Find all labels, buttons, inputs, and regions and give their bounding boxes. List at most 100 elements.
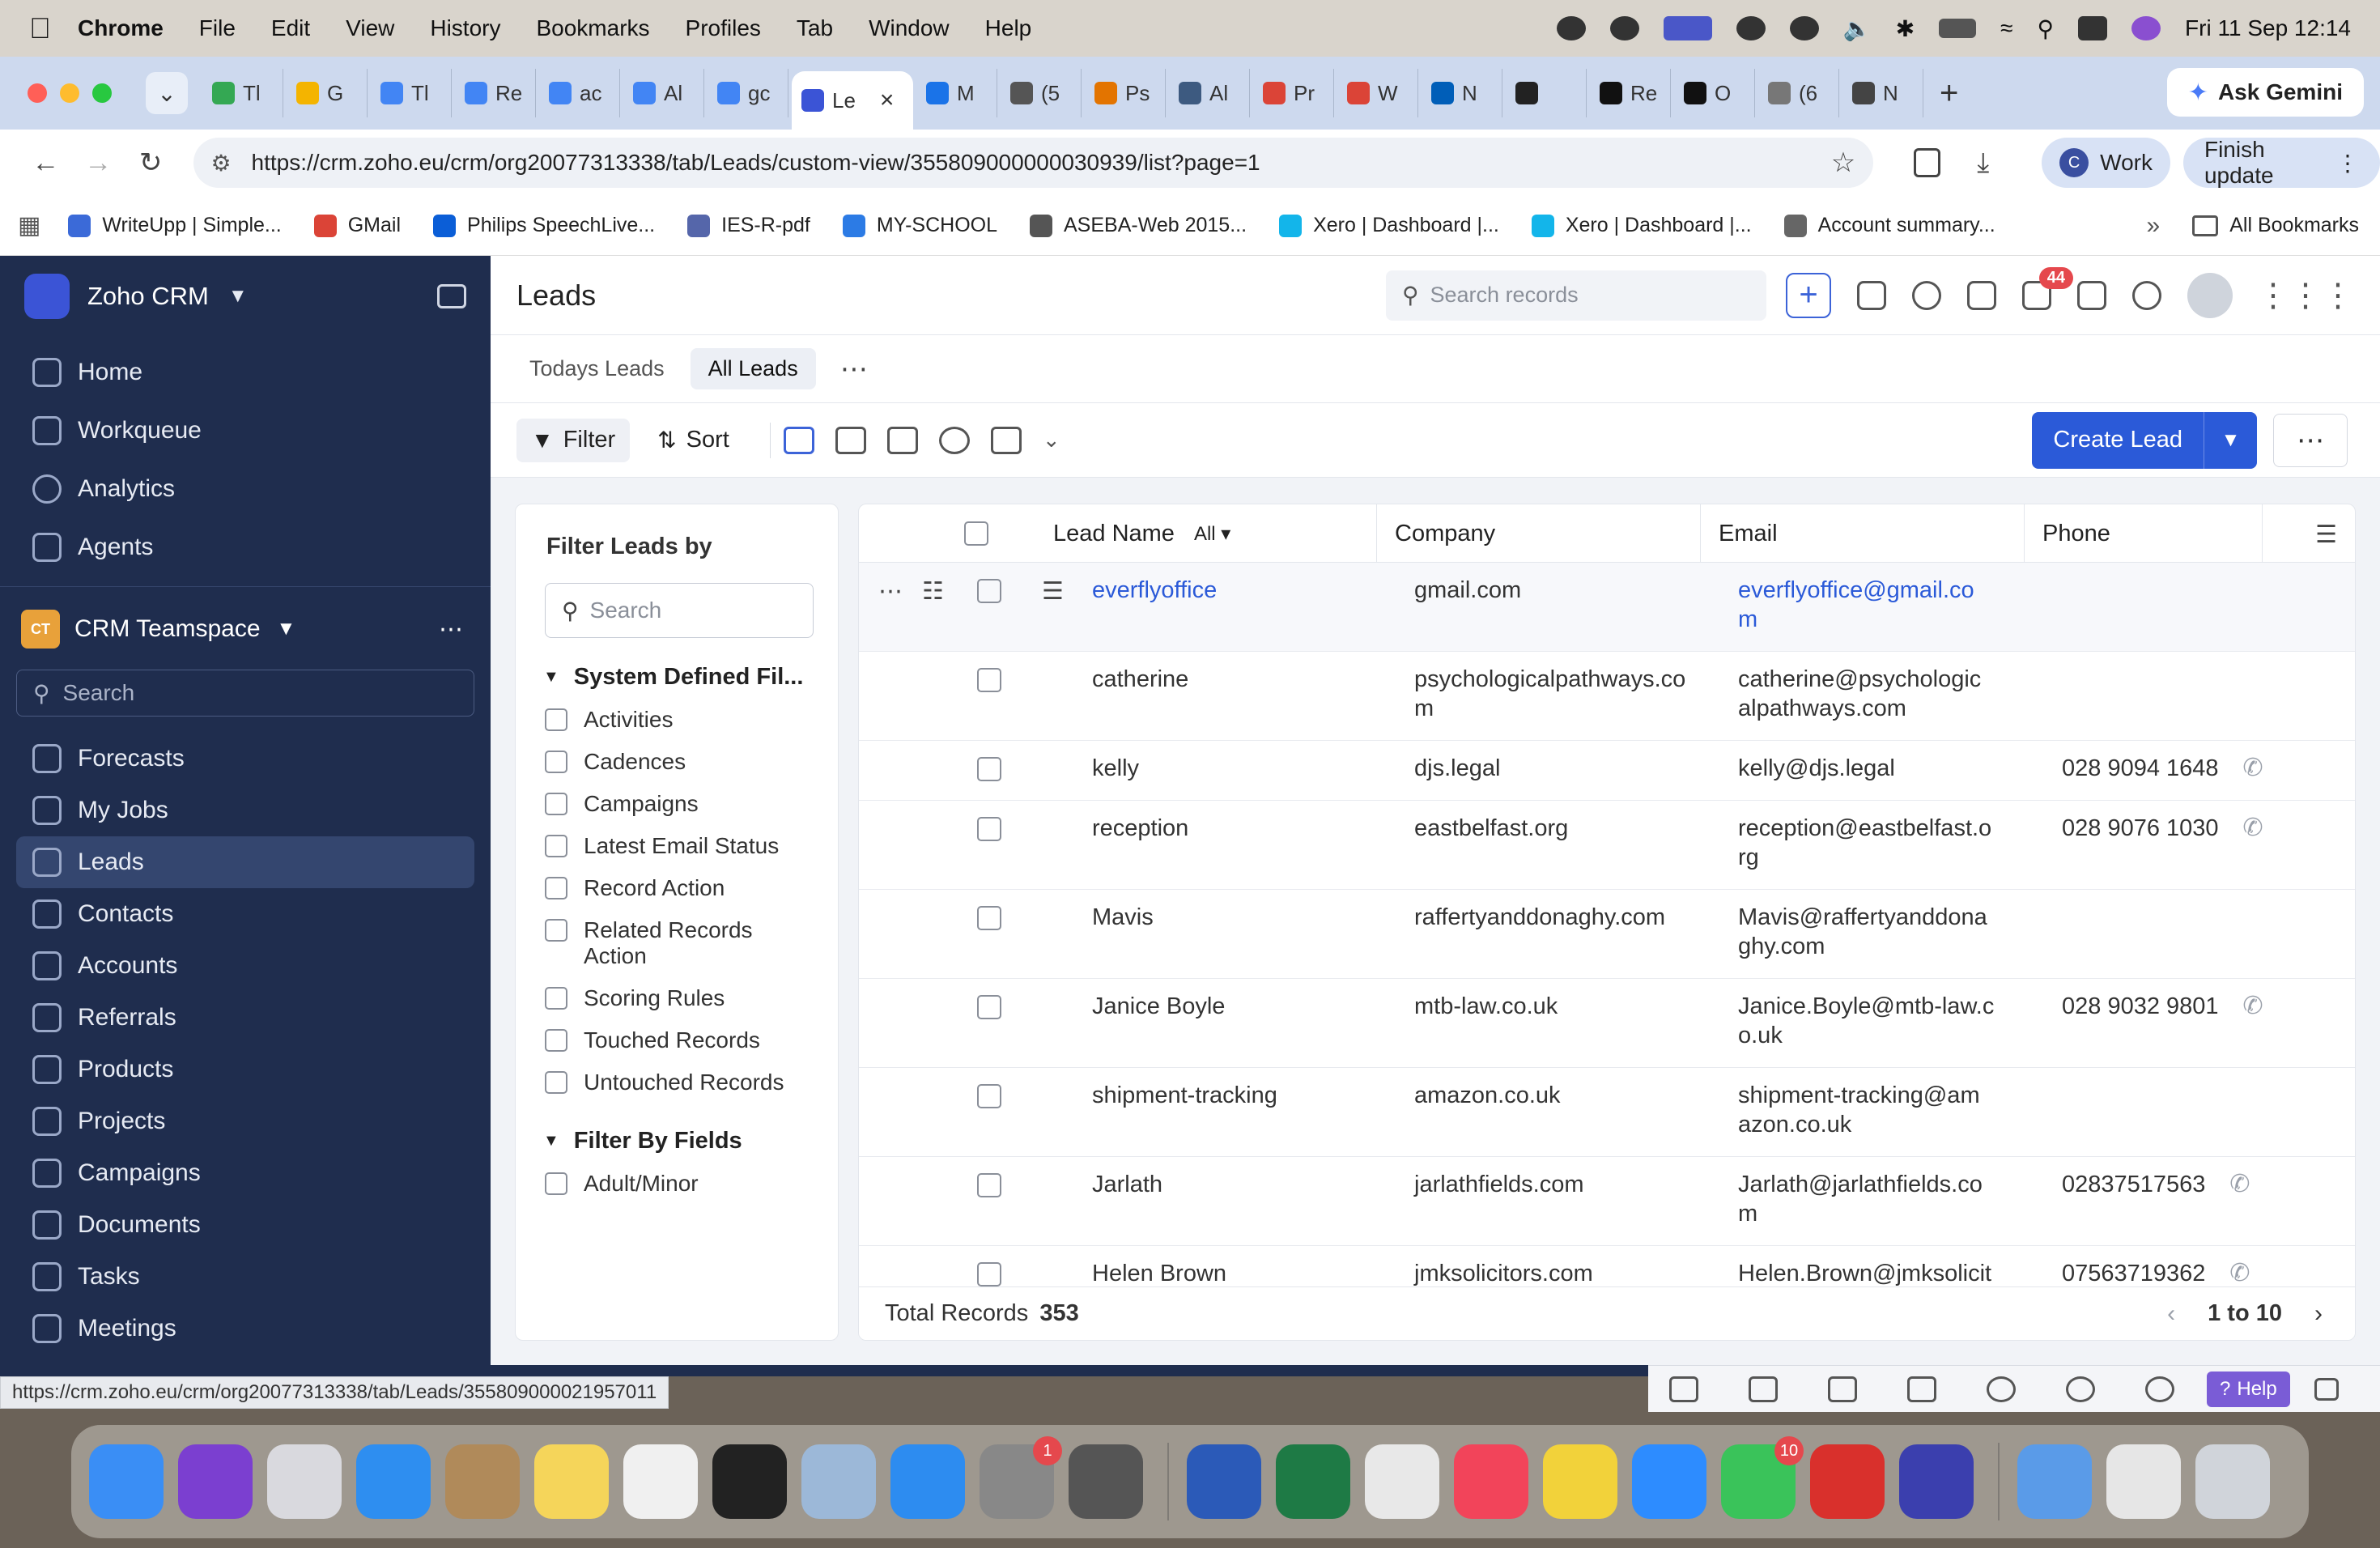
row-checkbox[interactable] bbox=[977, 1262, 1001, 1286]
menu-edit[interactable]: Edit bbox=[271, 15, 310, 41]
tab-todays-leads[interactable]: Todays Leads bbox=[512, 348, 682, 389]
apps-grid-icon[interactable]: ▦ bbox=[18, 211, 40, 240]
browser-tab[interactable]: G bbox=[287, 69, 368, 117]
teamspace-switcher[interactable]: CT CRM Teamspace ▼ ⋯ bbox=[0, 597, 491, 661]
browser-tab[interactable]: Tl bbox=[202, 69, 283, 117]
filter-checkbox[interactable] bbox=[545, 708, 567, 731]
search-records-input[interactable]: ⚲ Search records bbox=[1386, 270, 1766, 321]
window-zoom-button[interactable] bbox=[92, 83, 112, 103]
sidebar-brand[interactable]: Zoho CRM bbox=[87, 282, 209, 311]
col-company[interactable]: Company bbox=[1377, 504, 1701, 563]
row-checkbox[interactable] bbox=[977, 579, 1001, 603]
extensions-icon[interactable] bbox=[1914, 148, 1941, 177]
browser-tab[interactable]: M bbox=[916, 69, 997, 117]
address-url[interactable]: https://crm.zoho.eu/crm/org20077313338/t… bbox=[252, 150, 1260, 176]
dock-app-black-icon[interactable] bbox=[712, 1444, 787, 1519]
filter-option[interactable]: Touched Records bbox=[545, 1027, 804, 1053]
history-icon[interactable] bbox=[2066, 1376, 2095, 1402]
all-bookmarks-button[interactable]: All Bookmarks bbox=[2192, 214, 2359, 237]
tab-close-icon[interactable]: × bbox=[880, 87, 895, 114]
next-page-chevron-icon[interactable]: › bbox=[2314, 1300, 2323, 1328]
bookmark-item[interactable]: IES-R-pdf bbox=[687, 214, 810, 237]
dock-iphone-mirroring-icon[interactable] bbox=[1069, 1444, 1143, 1519]
filter-checkbox[interactable] bbox=[545, 835, 567, 857]
lead-name-cell[interactable]: Helen Brown bbox=[1092, 1259, 1226, 1288]
list-view-icon[interactable] bbox=[783, 426, 814, 454]
sidebar-item-my-jobs[interactable]: My Jobs bbox=[0, 785, 491, 836]
select-all-checkbox[interactable] bbox=[964, 521, 988, 546]
calendar-icon[interactable] bbox=[1967, 280, 1996, 310]
table-row[interactable]: catherine psychologicalpathways.co m cather… bbox=[859, 652, 2355, 741]
announcement-icon[interactable] bbox=[1749, 1376, 1778, 1402]
finish-update-button[interactable]: Finish update ⋮ bbox=[2182, 137, 2380, 188]
row-checkbox[interactable] bbox=[977, 668, 1001, 692]
filter-option[interactable]: Cadences bbox=[545, 749, 804, 775]
menu-view[interactable]: View bbox=[346, 15, 394, 41]
filter-by-fields-group[interactable]: ▼ Filter By Fields bbox=[543, 1128, 838, 1155]
lead-name-cell[interactable]: Jarlath bbox=[1092, 1170, 1162, 1199]
menu-help[interactable]: Help bbox=[985, 15, 1032, 41]
table-row[interactable]: Jarlath jarlathfields.com Jarlath@jarlathf… bbox=[859, 1157, 2355, 1246]
bookmark-item[interactable]: WriteUpp | Simple... bbox=[68, 214, 282, 237]
site-info-icon[interactable]: ⚙ bbox=[211, 150, 239, 176]
browser-tab[interactable]: gc bbox=[708, 69, 788, 117]
browser-tab[interactable]: Re bbox=[1590, 69, 1671, 117]
brand-caret-down-icon[interactable]: ▼ bbox=[228, 285, 248, 308]
sidebar-item-accounts[interactable]: Accounts bbox=[0, 940, 491, 992]
more-views-chevron-icon[interactable]: ⌄ bbox=[1043, 427, 1060, 453]
filter-option[interactable]: Record Action bbox=[545, 875, 804, 901]
browser-tab[interactable]: Al bbox=[1169, 69, 1250, 117]
notifications-bell-icon[interactable] bbox=[1912, 280, 1941, 310]
sidebar-item-forecasts[interactable]: Forecasts bbox=[0, 733, 491, 785]
address-bar[interactable]: ⚙ https://crm.zoho.eu/crm/org20077313338… bbox=[193, 138, 1874, 188]
profile-button[interactable]: C Work bbox=[2042, 138, 2170, 188]
tab-search-chevron-icon[interactable]: ⌄ bbox=[146, 72, 188, 114]
filter-option[interactable]: Campaigns bbox=[545, 791, 804, 817]
menu-file[interactable]: File bbox=[199, 15, 236, 41]
row-checkbox[interactable] bbox=[977, 995, 1001, 1019]
browser-tab[interactable]: (5 bbox=[1001, 69, 1082, 117]
dock-launchpad-icon[interactable] bbox=[267, 1444, 342, 1519]
filter-checkbox[interactable] bbox=[545, 1071, 567, 1094]
browser-tab[interactable]: Re bbox=[455, 69, 536, 117]
grammarly-status-icon[interactable] bbox=[1556, 16, 1586, 40]
table-row[interactable]: Mavis raffertyanddonaghy.com Mavis@raffert… bbox=[859, 890, 2355, 979]
sidebar-item-campaigns[interactable]: Campaigns bbox=[0, 1147, 491, 1199]
collapse-sidebar-icon[interactable] bbox=[437, 284, 466, 308]
filter-option[interactable]: Latest Email Status bbox=[545, 833, 804, 859]
dock-word-icon[interactable] bbox=[1187, 1444, 1261, 1519]
row-note-icon[interactable]: ☷ bbox=[922, 577, 944, 606]
menu-history[interactable]: History bbox=[430, 15, 500, 41]
browser-tab[interactable]: Le × bbox=[792, 71, 913, 130]
sidebar-item-referrals[interactable]: Referrals bbox=[0, 992, 491, 1044]
sidebar-item-analytics[interactable]: Analytics bbox=[0, 460, 491, 518]
more-actions-button[interactable]: ⋯ bbox=[2273, 413, 2348, 467]
dock-system-settings-icon[interactable]: 1 bbox=[980, 1436, 1062, 1519]
accessibility-icon[interactable] bbox=[2145, 1376, 2174, 1402]
browser-tab[interactable]: N bbox=[1842, 69, 1923, 117]
table-view-icon[interactable] bbox=[886, 426, 918, 454]
screen-tool-icon[interactable] bbox=[1669, 1376, 1698, 1402]
browser-tab[interactable]: Pr bbox=[1253, 69, 1334, 117]
back-arrow-icon[interactable]: ← bbox=[19, 147, 72, 179]
dock-excel-icon[interactable] bbox=[1276, 1444, 1350, 1519]
filter-button[interactable]: ▼ Filter bbox=[516, 418, 631, 462]
dock-trash-icon[interactable] bbox=[2195, 1444, 2270, 1519]
lead-name-cell[interactable]: reception bbox=[1092, 814, 1188, 843]
sidebar-item-home[interactable]: Home bbox=[0, 343, 491, 402]
browser-tab[interactable]: N bbox=[1422, 69, 1502, 117]
prev-page-chevron-icon[interactable]: ‹ bbox=[2167, 1300, 2175, 1328]
lead-name-cell[interactable]: catherine bbox=[1092, 665, 1188, 694]
window-minimize-button[interactable] bbox=[60, 83, 79, 103]
menubar-datetime[interactable]: Fri 11 Sep 12:14 bbox=[2185, 15, 2351, 41]
tab-all-leads[interactable]: All Leads bbox=[690, 348, 816, 389]
bluetooth-icon[interactable]: ✱ bbox=[1896, 15, 1915, 42]
filter-checkbox[interactable] bbox=[545, 1029, 567, 1052]
lead-name-filter-dropdown[interactable]: All ▾ bbox=[1194, 522, 1230, 546]
ask-gemini-button[interactable]: ✦ Ask Gemini bbox=[2166, 68, 2364, 117]
table-row[interactable]: reception eastbelfast.org reception@eastbe… bbox=[859, 801, 2355, 890]
mail-icon[interactable]: 44 bbox=[2022, 266, 2073, 310]
sidebar-item-leads[interactable]: Leads bbox=[16, 836, 474, 888]
phone-call-icon[interactable]: ✆ bbox=[2243, 992, 2263, 1021]
phone-call-icon[interactable]: ✆ bbox=[2229, 1170, 2250, 1199]
